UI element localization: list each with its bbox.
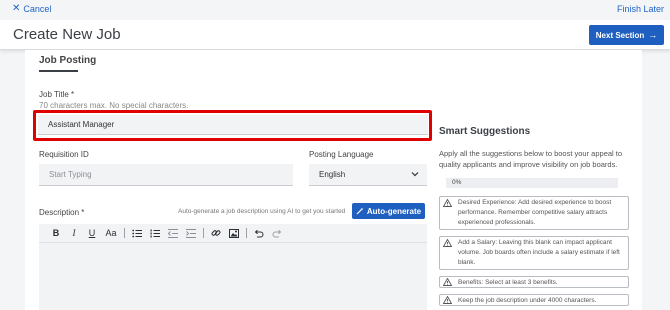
bullet-list-icon[interactable] — [128, 226, 146, 240]
image-icon[interactable] — [225, 226, 243, 240]
arrow-right-icon: → — [648, 30, 658, 40]
section-underline — [39, 70, 78, 72]
editor-toolbar: B I U Aa — [39, 224, 427, 242]
progress-label: 0% — [452, 179, 462, 186]
requisition-id-label: Requisition ID — [39, 150, 89, 159]
job-title-input[interactable]: Assistant Manager — [38, 115, 428, 135]
close-icon: ✕ — [12, 3, 21, 14]
suggestion-text: Add a Salary: Leaving this blank can imp… — [458, 239, 620, 266]
toolbar-divider — [246, 228, 247, 238]
link-icon[interactable] — [207, 226, 225, 240]
description-label: Description * — [39, 208, 85, 217]
job-title-hint: 70 characters max. No special characters… — [39, 101, 189, 110]
warning-icon — [440, 237, 454, 269]
posting-language-value: English — [319, 170, 346, 179]
suggestion-desired-experience[interactable]: Desired Experience: Add desired experien… — [439, 196, 629, 230]
indent-icon[interactable] — [182, 226, 200, 240]
job-title-label: Job Title * — [39, 90, 75, 99]
warning-icon — [440, 295, 454, 305]
smart-suggestions-description: Apply all the suggestions below to boost… — [439, 149, 623, 169]
font-size-button[interactable]: Aa — [101, 226, 121, 240]
underline-button[interactable]: U — [83, 226, 101, 240]
suggestion-text: Keep the job description under 4000 char… — [458, 297, 597, 304]
suggestion-description-length[interactable]: Keep the job description under 4000 char… — [439, 294, 629, 306]
requisition-id-placeholder: Start Typing — [49, 170, 92, 179]
numbered-list-icon[interactable] — [146, 226, 164, 240]
italic-button[interactable]: I — [65, 226, 83, 240]
finish-later-link[interactable]: Finish Later — [617, 4, 664, 14]
auto-generate-label: Auto-generate — [366, 206, 422, 216]
job-posting-card: Job Posting Job Title * 70 characters ma… — [25, 50, 642, 310]
suggestions-progress-bar: 0% — [446, 178, 618, 188]
chevron-down-icon — [411, 172, 419, 177]
page-header: Create New Job Next Section → — [0, 20, 670, 50]
suggestion-benefits[interactable]: Benefits: Select at least 3 benefits. — [439, 276, 629, 288]
posting-language-label: Posting Language — [309, 150, 374, 159]
smart-suggestions-title: Smart Suggestions — [439, 126, 531, 137]
suggestion-text: Benefits: Select at least 3 benefits. — [458, 279, 558, 286]
undo-icon[interactable] — [250, 226, 268, 240]
posting-language-select[interactable]: English — [309, 164, 427, 186]
page-title: Create New Job — [13, 26, 121, 43]
cancel-link[interactable]: ✕ Cancel — [12, 3, 52, 15]
autogen-hint: Auto-generate a job description using AI… — [178, 208, 346, 215]
magic-wand-icon — [356, 207, 364, 215]
warning-icon — [440, 277, 454, 287]
auto-generate-button[interactable]: Auto-generate — [352, 203, 425, 219]
description-editor[interactable] — [39, 242, 427, 310]
requisition-id-input[interactable]: Start Typing — [39, 164, 293, 186]
suggestion-text: Desired Experience: Add desired experien… — [458, 199, 612, 226]
top-bar: ✕ Cancel Finish Later — [0, 0, 670, 20]
bold-button[interactable]: B — [47, 226, 65, 240]
next-section-button[interactable]: Next Section → — [589, 25, 664, 45]
toolbar-divider — [203, 228, 204, 238]
warning-icon — [440, 197, 454, 229]
job-title-value: Assistant Manager — [48, 120, 115, 129]
next-section-label: Next Section — [595, 30, 645, 40]
toolbar-divider — [124, 228, 125, 238]
suggestion-add-salary[interactable]: Add a Salary: Leaving this blank can imp… — [439, 236, 629, 270]
cancel-label: Cancel — [23, 4, 52, 14]
section-title: Job Posting — [39, 55, 97, 66]
outdent-icon[interactable] — [164, 226, 182, 240]
redo-icon[interactable] — [268, 226, 286, 240]
